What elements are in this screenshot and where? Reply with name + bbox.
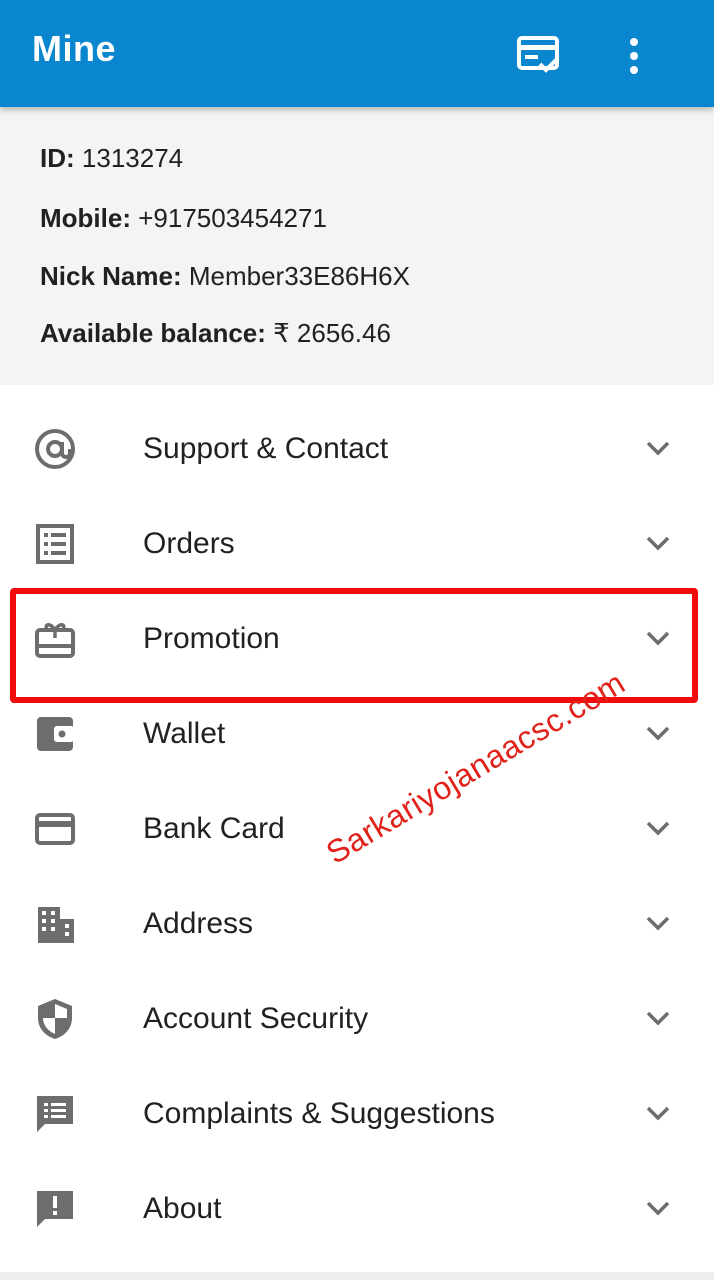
menu-item-label: Orders — [143, 527, 235, 560]
menu-item-label: Bank Card — [143, 812, 285, 845]
chevron-down-icon — [642, 1192, 674, 1224]
page-title: Mine — [32, 28, 117, 69]
wallet-icon — [32, 711, 78, 757]
menu-item-label: Support & Contact — [143, 432, 389, 465]
nickname-row: Nick Name: Member33E86H6X — [40, 261, 410, 292]
checklist-card-icon[interactable] — [515, 30, 563, 78]
profile-panel: ID: 1313274 Mobile: +917503454271 Nick N… — [0, 107, 714, 385]
chevron-down-icon — [642, 432, 674, 464]
mobile-value: +917503454271 — [138, 203, 327, 233]
menu-item-label: About — [143, 1192, 222, 1225]
menu-item-label: Address — [143, 907, 254, 940]
more-vert-icon[interactable] — [610, 30, 658, 78]
chevron-down-icon — [642, 812, 674, 844]
id-row: ID: 1313274 — [40, 143, 183, 174]
chevron-down-icon — [642, 527, 674, 559]
balance-label: Available balance: — [40, 318, 266, 348]
shield-icon — [32, 996, 78, 1042]
menu-item-account-security[interactable]: Account Security — [0, 972, 714, 1067]
menu-item-label: Wallet — [143, 717, 226, 750]
menu-item-label: Complaints & Suggestions — [143, 1097, 495, 1130]
building-icon — [32, 901, 78, 947]
list-icon — [32, 521, 78, 567]
info-alert-icon — [32, 1186, 78, 1232]
nickname-value: Member33E86H6X — [188, 261, 410, 291]
feedback-icon — [32, 1091, 78, 1137]
app-bar: Mine — [0, 0, 714, 107]
menu-item-support-contact[interactable]: Support & Contact — [0, 402, 714, 497]
mobile-label: Mobile: — [40, 203, 131, 233]
menu-item-complaints-suggestions[interactable]: Complaints & Suggestions — [0, 1067, 714, 1162]
id-value: 1313274 — [81, 143, 184, 173]
menu-item-about[interactable]: About — [0, 1162, 714, 1257]
balance-value: ₹ 2656.46 — [273, 318, 391, 348]
chevron-down-icon — [642, 622, 674, 654]
balance-row: Available balance: ₹ 2656.46 — [40, 318, 391, 349]
mobile-row: Mobile: +917503454271 — [40, 203, 327, 234]
chevron-down-icon — [642, 907, 674, 939]
at-sign-icon — [32, 426, 78, 472]
gift-card-icon — [32, 616, 78, 662]
id-label: ID: — [40, 143, 75, 173]
menu-item-orders[interactable]: Orders — [0, 497, 714, 592]
nickname-label: Nick Name: — [40, 261, 182, 291]
credit-card-icon — [32, 806, 78, 852]
chevron-down-icon — [642, 1002, 674, 1034]
chevron-down-icon — [642, 717, 674, 749]
menu-item-address[interactable]: Address — [0, 877, 714, 972]
menu-item-label: Promotion — [143, 622, 280, 655]
chevron-down-icon — [642, 1097, 674, 1129]
menu-item-label: Account Security — [143, 1002, 369, 1035]
bottom-divider — [0, 1272, 714, 1280]
